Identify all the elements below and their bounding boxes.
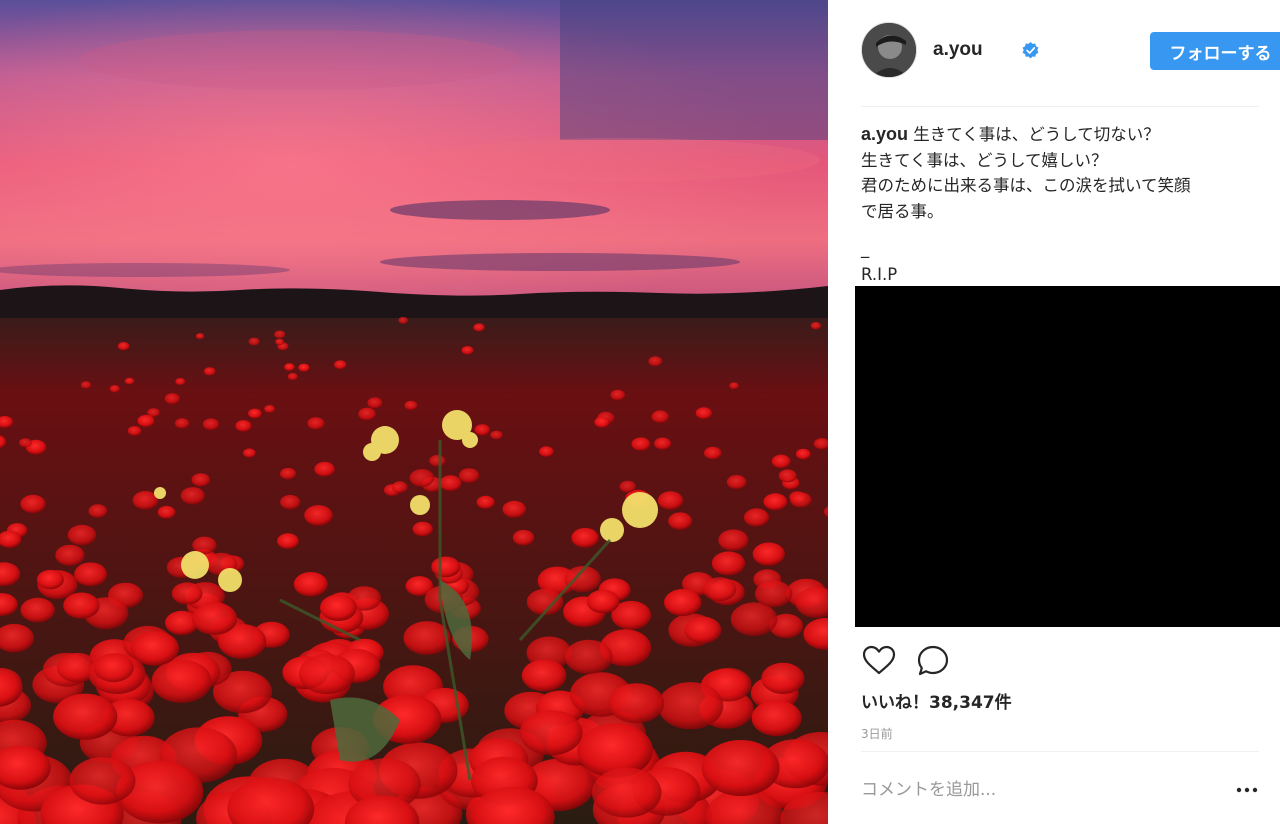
- post-header: a.you フォローする: [861, 22, 1280, 107]
- likes-count[interactable]: いいね！38,347件: [861, 688, 1012, 713]
- caption-text-3: 君のために出来る事は、この涙を拭いて笑顔: [861, 176, 1191, 195]
- comment-icon[interactable]: [915, 643, 951, 679]
- caption-text-1: 生きてく事は、どうして切ない？: [913, 125, 1160, 144]
- poppy-field-sunset-image: [0, 0, 828, 824]
- redacted-block: [855, 286, 1280, 627]
- heart-icon[interactable]: [861, 643, 897, 679]
- instagram-post-page: a.you フォローする a.you 生きてく事は、どうして切ない？ 生きてく事…: [0, 0, 1280, 824]
- post-photo[interactable]: [0, 0, 828, 824]
- comment-input[interactable]: [861, 770, 1201, 810]
- avatar-image: [862, 23, 916, 77]
- caption-dash: _: [861, 239, 870, 258]
- caption-text-2: 生きてく事は、どうして嬉しい？: [861, 150, 1108, 170]
- caption-username[interactable]: a.you: [861, 124, 908, 144]
- post-caption: a.you 生きてく事は、どうして切ない？ 生きてく事は、どうして嬉しい？ 君の…: [861, 122, 1261, 287]
- follow-button[interactable]: フォローする: [1150, 32, 1280, 70]
- caption-text-4: で居る事。: [861, 201, 944, 221]
- more-dots-icon[interactable]: [1235, 782, 1259, 798]
- caption-tag: R.I.P: [861, 264, 898, 284]
- username-link[interactable]: a.you: [933, 39, 983, 61]
- verified-badge-icon: [1022, 42, 1039, 59]
- comment-area: [861, 751, 1259, 824]
- post-side-panel: a.you フォローする a.you 生きてく事は、どうして切ない？ 生きてく事…: [828, 0, 1280, 824]
- caption-first-line: a.you 生きてく事は、どうして切ない？: [861, 122, 1261, 148]
- post-actions: [861, 643, 981, 681]
- post-timestamp[interactable]: 3日前: [861, 725, 893, 742]
- avatar[interactable]: [861, 22, 917, 78]
